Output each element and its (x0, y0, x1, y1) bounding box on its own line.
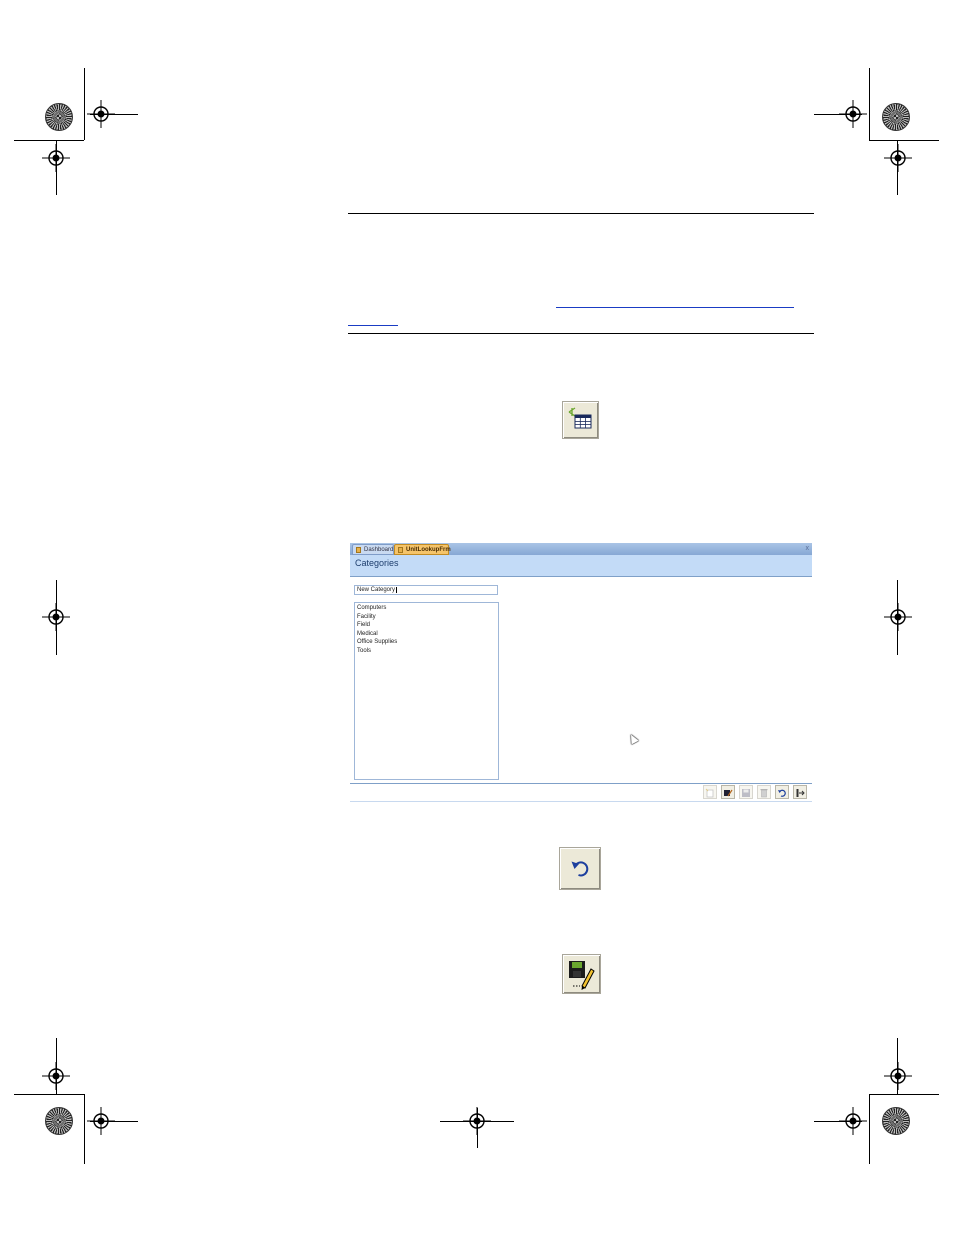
tab-label: UnitLookupFrm (406, 547, 451, 553)
list-item[interactable]: Tools (357, 647, 496, 656)
crop-line (869, 1094, 939, 1095)
crop-line (14, 1094, 84, 1095)
registration-mark-icon (839, 100, 867, 128)
form-icon (356, 547, 361, 553)
crop-line (14, 140, 84, 141)
section-rule-bottom (348, 333, 814, 334)
list-item[interactable]: Facility (357, 613, 496, 622)
registration-mark-icon (87, 100, 115, 128)
form-title: Categories (355, 558, 399, 568)
form-icon (398, 547, 403, 553)
registration-rosette-icon (45, 103, 73, 131)
close-icon[interactable]: x (806, 544, 810, 554)
registration-mark-icon (463, 1107, 491, 1135)
form-header: Categories (350, 555, 812, 577)
new-category-input[interactable]: New Category (354, 585, 498, 595)
footer-divider (350, 801, 812, 802)
save-edit-button[interactable] (562, 954, 601, 994)
undo-icon (778, 789, 786, 797)
categories-form-screenshot: Dashboard UnitLookupFrm x Categories New… (350, 543, 812, 803)
hyperlink-underline[interactable] (556, 307, 794, 308)
registration-mark-icon (87, 1107, 115, 1135)
tab-dashboard[interactable]: Dashboard (352, 544, 394, 555)
registration-rosette-icon (45, 1107, 73, 1135)
datasheet-form-icon (568, 407, 592, 429)
mouse-pointer-icon (627, 732, 639, 745)
datasheet-form-button[interactable] (562, 401, 599, 439)
new-record-button[interactable] (703, 785, 717, 799)
crop-line (869, 140, 939, 141)
undo-record-button[interactable] (775, 785, 789, 799)
save-edit-icon (569, 961, 595, 990)
document-tab-strip: Dashboard UnitLookupFrm x (350, 543, 812, 555)
undo-icon (571, 861, 589, 877)
edit-record-icon (724, 789, 733, 797)
registration-rosette-icon (882, 103, 910, 131)
registration-rosette-icon (882, 1107, 910, 1135)
registration-mark-icon (42, 144, 70, 172)
crop-line (84, 68, 85, 140)
registration-mark-icon (839, 1107, 867, 1135)
hyperlink-underline[interactable] (348, 325, 398, 326)
registration-mark-icon (884, 1062, 912, 1090)
exit-icon (796, 789, 805, 797)
text-caret (395, 587, 397, 593)
list-item[interactable]: Field (357, 621, 496, 630)
crop-line (869, 1094, 870, 1164)
save-record-icon (742, 789, 750, 797)
delete-record-button[interactable] (757, 785, 771, 799)
footer-divider (350, 783, 812, 784)
save-record-button[interactable] (739, 785, 753, 799)
crop-line (84, 1094, 85, 1164)
registration-mark-icon (884, 603, 912, 631)
section-rule-top (348, 213, 814, 214)
registration-mark-icon (884, 144, 912, 172)
undo-button[interactable] (559, 847, 601, 890)
category-list[interactable]: Computers Facility Field Medical Office … (354, 602, 499, 780)
delete-record-icon (760, 789, 768, 798)
list-item[interactable]: Computers (357, 604, 496, 613)
new-record-icon (705, 788, 714, 798)
list-item[interactable]: Office Supplies (357, 638, 496, 647)
tab-label: Dashboard (364, 547, 394, 553)
new-category-value: New Category (357, 587, 396, 593)
exit-button[interactable] (793, 785, 807, 799)
edit-record-button[interactable] (721, 785, 735, 799)
registration-mark-icon (42, 603, 70, 631)
list-item[interactable]: Medical (357, 630, 496, 639)
tab-unitlookupfrm[interactable]: UnitLookupFrm (394, 544, 451, 555)
crop-line (869, 68, 870, 140)
registration-mark-icon (42, 1062, 70, 1090)
